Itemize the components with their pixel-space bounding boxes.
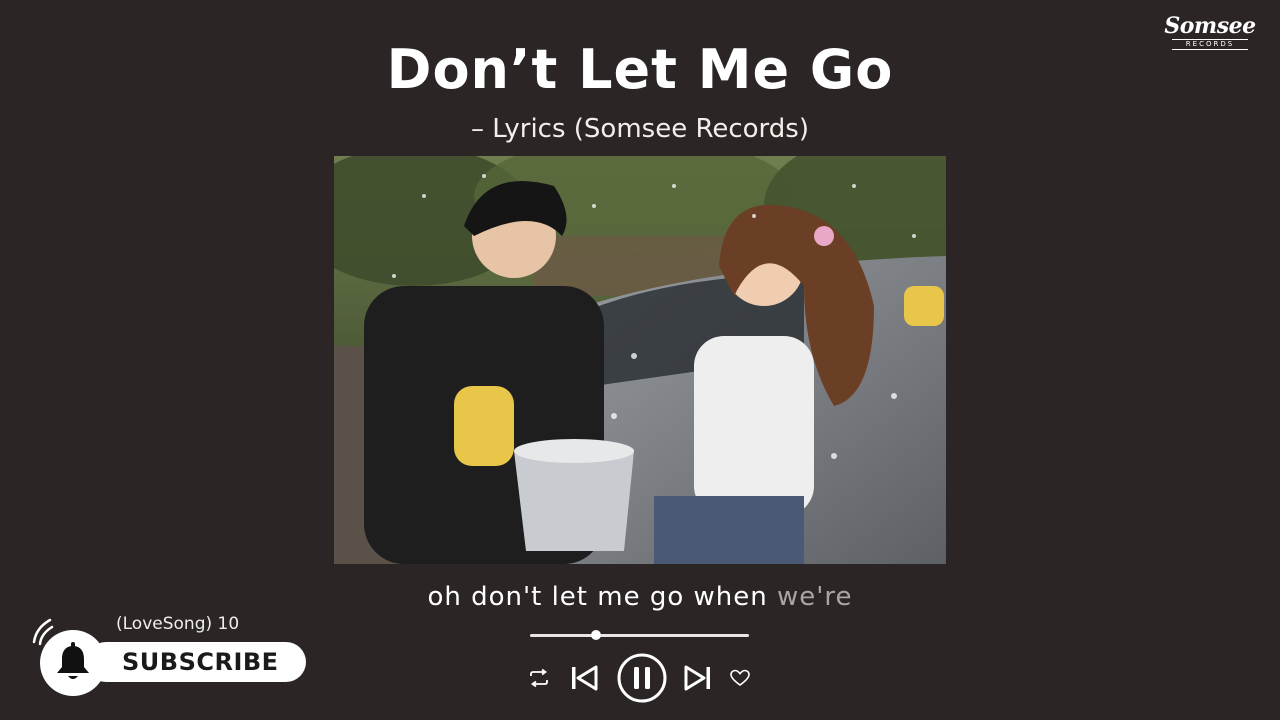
logo-text: Somsee xyxy=(1164,13,1256,39)
heart-icon xyxy=(730,669,750,686)
song-title: Don’t Let Me Go xyxy=(386,38,894,101)
lyric-sung-text: oh don't let me go when xyxy=(427,582,768,612)
skip-previous-icon xyxy=(572,665,598,691)
pause-button[interactable] xyxy=(617,653,667,703)
notification-bell-button[interactable] xyxy=(40,630,106,696)
skip-next-icon xyxy=(684,665,710,691)
repeat-icon xyxy=(530,669,548,687)
previous-button[interactable] xyxy=(568,664,600,692)
pause-icon xyxy=(617,653,667,703)
current-lyric: oh don't let me go when we're xyxy=(0,582,1280,612)
bell-icon xyxy=(57,642,89,679)
next-button[interactable] xyxy=(682,664,714,692)
subscribe-button[interactable]: SUBSCRIBE xyxy=(86,642,306,682)
progress-bar[interactable] xyxy=(530,630,749,640)
song-subtitle: – Lyrics (Somsee Records) xyxy=(471,114,809,144)
progress-knob[interactable] xyxy=(590,630,601,640)
playlist-label: (LoveSong) 10 xyxy=(116,614,240,634)
artwork-illustration xyxy=(334,156,946,564)
repeat-button[interactable] xyxy=(526,666,552,690)
lyric-upcoming-text: we're xyxy=(777,582,853,612)
like-button[interactable] xyxy=(728,666,752,690)
album-artwork xyxy=(334,156,946,564)
